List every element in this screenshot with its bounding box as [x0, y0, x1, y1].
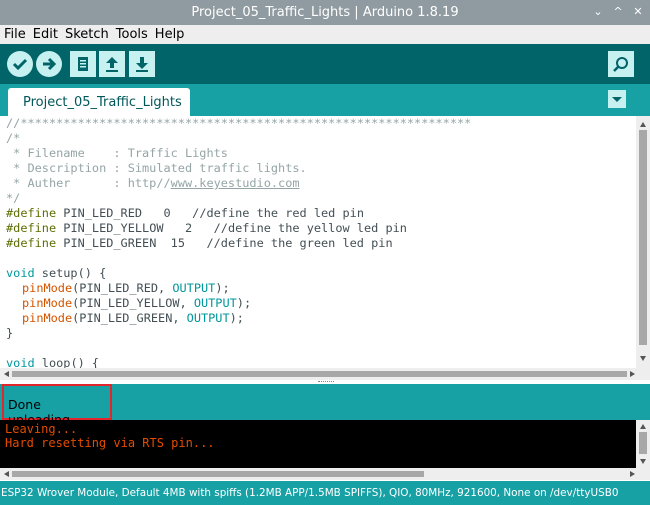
menu-sketch[interactable]: Sketch [61, 25, 112, 42]
scroll-thumb[interactable] [639, 432, 647, 454]
scroll-right-icon[interactable] [630, 371, 635, 377]
code-line: pinMode(PIN_LED_RED, OUTPUT); [22, 281, 230, 295]
open-arrow-up-icon [106, 57, 118, 72]
window-title: Project_05_Traffic_Lights | Arduino 1.8.… [191, 5, 459, 20]
serial-monitor-button[interactable] [608, 51, 634, 77]
verify-button[interactable] [7, 51, 33, 77]
console-line: Leaving... [5, 422, 78, 436]
close-icon[interactable]: ✕ [631, 4, 645, 20]
tab-label: Project_05_Traffic_Lights [23, 95, 182, 110]
scroll-right-icon[interactable] [630, 471, 635, 477]
code-line: #define PIN_LED_GREEN 15 //define the gr… [6, 236, 393, 250]
menu-edit[interactable]: Edit [29, 25, 61, 42]
scroll-left-icon[interactable] [4, 471, 9, 477]
scroll-up-icon[interactable] [640, 424, 646, 429]
console-output[interactable]: Leaving... Hard resetting via RTS pin... [0, 420, 636, 468]
scroll-up-icon[interactable] [640, 122, 646, 127]
console-line: Hard resetting via RTS pin... [5, 436, 215, 450]
tab-bar: Project_05_Traffic_Lights [0, 84, 650, 116]
scroll-thumb[interactable] [639, 130, 647, 345]
magnifier-icon [613, 57, 628, 72]
grip-icon [318, 381, 334, 382]
upload-button[interactable] [36, 51, 62, 77]
menu-file[interactable]: File [0, 25, 29, 42]
code-text: * Auther : http// [6, 176, 171, 190]
status-bar: Done uploading. [0, 384, 650, 427]
menu-tools[interactable]: Tools [112, 25, 151, 42]
status-highlight: Done uploading. [2, 384, 112, 427]
code-line: } [6, 326, 14, 340]
scroll-thumb[interactable] [12, 471, 424, 477]
code-line: //**************************************… [6, 116, 472, 130]
new-file-icon [78, 57, 88, 71]
board-status-bar: ESP32 Wrover Module, Default 4MB with sp… [0, 481, 650, 505]
code-line: * Filename : Traffic Lights [6, 146, 228, 160]
code-line: pinMode(PIN_LED_YELLOW, OUTPUT); [22, 296, 252, 310]
code-line: #define PIN_LED_YELLOW 2 //define the ye… [6, 221, 407, 235]
scroll-down-icon[interactable] [640, 459, 646, 464]
code-editor[interactable]: //**************************************… [0, 116, 636, 368]
code-line: void loop() { [6, 356, 100, 368]
new-sketch-button[interactable] [70, 51, 96, 77]
code-line: * Description : Simulated traffic lights… [6, 161, 307, 175]
scroll-down-icon[interactable] [640, 356, 646, 361]
maximize-icon[interactable]: ^ [611, 4, 625, 20]
minimize-icon[interactable]: ⌄ [591, 4, 605, 20]
console-horizontal-scrollbar[interactable] [0, 468, 650, 480]
open-button[interactable] [99, 51, 125, 77]
tab-sketch[interactable]: Project_05_Traffic_Lights [8, 88, 190, 116]
tab-menu-button[interactable] [608, 90, 626, 108]
menu-help[interactable]: Help [151, 25, 188, 42]
editor-vertical-scrollbar[interactable] [636, 116, 650, 368]
menu-bar: File Edit Sketch Tools Help [0, 25, 650, 44]
title-bar: Project_05_Traffic_Lights | Arduino 1.8.… [0, 0, 650, 25]
save-button[interactable] [129, 51, 155, 77]
save-arrow-down-icon [136, 57, 148, 72]
arrow-right-icon [43, 57, 57, 71]
checkmark-icon [12, 58, 28, 71]
code-line: pinMode(PIN_LED_GREEN, OUTPUT); [22, 311, 244, 325]
code-line: * Auther : http//www.keyestudio.com [6, 176, 300, 191]
toolbar [0, 44, 650, 84]
code-link[interactable]: www.keyestudio.com [171, 176, 300, 190]
triangle-down-icon [612, 97, 622, 102]
code-line: */ [6, 191, 21, 205]
board-info: ESP32 Wrover Module, Default 4MB with sp… [1, 487, 619, 499]
code-line: #define PIN_LED_RED 0 //define the red l… [6, 206, 364, 220]
code-line: void setup() { [6, 266, 107, 280]
code-line: /* [6, 131, 21, 145]
console-vertical-scrollbar[interactable] [636, 420, 650, 468]
scroll-left-icon[interactable] [4, 371, 9, 377]
editor-horizontal-scrollbar[interactable] [0, 368, 650, 380]
scroll-thumb[interactable] [12, 371, 627, 377]
